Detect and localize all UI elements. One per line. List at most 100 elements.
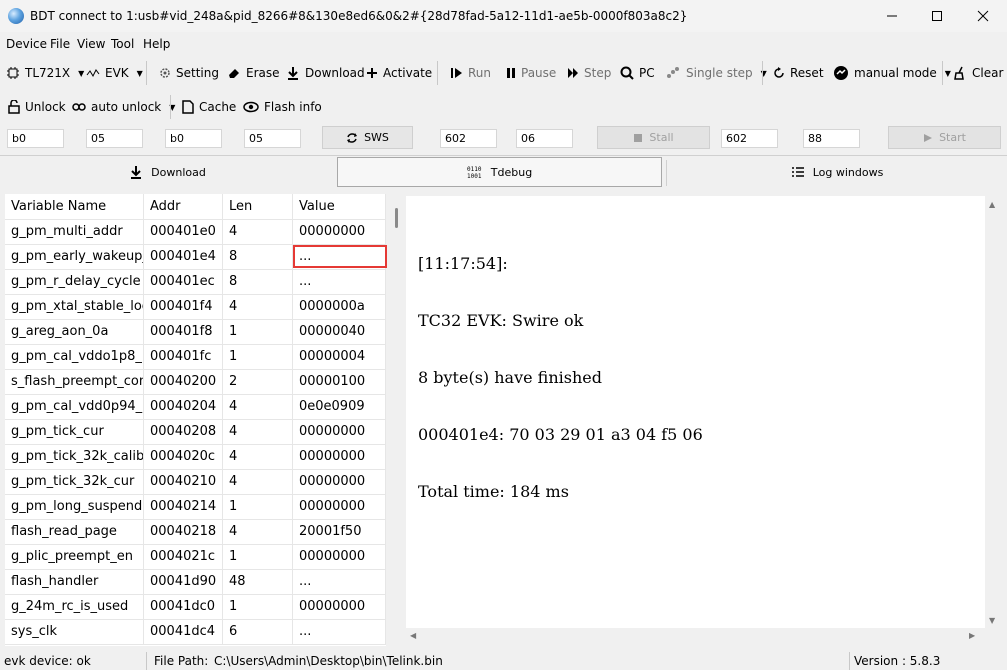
minimize-button[interactable]	[869, 0, 915, 32]
addr-cell[interactable]: 0004021c	[144, 544, 223, 569]
mode-select[interactable]: manual mode ▼	[833, 57, 951, 89]
variable-name-cell[interactable]: g_pm_multi_addr	[5, 219, 144, 244]
value-cell[interactable]: 00000000	[293, 494, 386, 519]
value-cell[interactable]: 20001f50	[293, 519, 386, 544]
auto-unlock-select[interactable]: auto unlock ▼	[72, 91, 175, 123]
field-6[interactable]: 06	[516, 129, 573, 148]
addr-cell[interactable]: 00041dc4	[144, 619, 223, 644]
flash-info-button[interactable]: Flash info	[243, 91, 322, 123]
table-row[interactable]: g_pm_r_delay_cycle 000401ec 8...	[5, 269, 386, 295]
field-4[interactable]: 05	[244, 129, 301, 148]
variable-name-cell[interactable]: g_pm_tick_cur	[5, 419, 144, 444]
splitter[interactable]	[392, 194, 402, 646]
table-row[interactable]: g_plic_preempt_en 0004021c 1 00000000	[5, 544, 386, 570]
tab-tdebug[interactable]: 0110 1001 Tdebug	[337, 157, 662, 187]
table-row[interactable]: flash_handler 00041d90 48...	[5, 569, 386, 595]
len-cell[interactable]: 1	[223, 544, 293, 569]
len-cell[interactable]: 4	[223, 469, 293, 494]
variable-name-cell[interactable]: sys_clk	[5, 619, 144, 644]
variable-name-cell[interactable]: g_pm_tick_32k_cur	[5, 469, 144, 494]
splitter-grip[interactable]	[395, 208, 398, 228]
table-row[interactable]: g_pm_cal_vdd0p94_in 00040204 4 0e0e0909	[5, 394, 386, 420]
table-row[interactable]: g_24m_rc_is_used 00041dc0 1 00000000	[5, 594, 386, 620]
reset-button[interactable]: Reset	[773, 57, 824, 89]
value-cell[interactable]: ...	[293, 619, 386, 644]
pause-button[interactable]: Pause	[506, 57, 556, 89]
sws-button[interactable]: SWS	[322, 126, 413, 149]
addr-cell[interactable]: 00041d90	[144, 569, 223, 594]
table-row[interactable]: g_areg_aon_0a 000401f8 1 00000040	[5, 319, 386, 345]
chip-select[interactable]: TL721X ▼	[6, 57, 84, 89]
variable-name-cell[interactable]: g_pm_early_wakeup_time	[5, 244, 144, 269]
selected-value-cell-highlight[interactable]	[293, 245, 387, 268]
len-cell[interactable]: 4	[223, 294, 293, 319]
download-button[interactable]: Download	[286, 57, 365, 89]
value-cell[interactable]: ...	[293, 569, 386, 594]
variable-name-cell[interactable]: g_areg_aon_0a	[5, 319, 144, 344]
unlock-button[interactable]: Unlock	[8, 91, 66, 123]
column-header-addr[interactable]: Addr	[144, 194, 223, 219]
variable-name-cell[interactable]: flash_read_page	[5, 519, 144, 544]
table-row[interactable]: g_pm_multi_addr 000401e0 4 00000000	[5, 219, 386, 245]
menu-view[interactable]: View	[77, 37, 105, 51]
log-vertical-scrollbar[interactable]: ▲ ▼	[985, 196, 1001, 628]
start-button[interactable]: Start	[888, 126, 1001, 149]
value-cell[interactable]: 00000000	[293, 444, 386, 469]
activate-button[interactable]: Activate	[366, 57, 432, 89]
value-cell[interactable]: 0e0e0909	[293, 394, 386, 419]
value-cell[interactable]: 00000000	[293, 594, 386, 619]
run-button[interactable]: Run	[451, 57, 491, 89]
cache-button[interactable]: Cache	[182, 91, 236, 123]
addr-cell[interactable]: 00040208	[144, 419, 223, 444]
addr-cell[interactable]: 0004020c	[144, 444, 223, 469]
field-7[interactable]: 602	[721, 129, 778, 148]
value-cell[interactable]: 00000000	[293, 544, 386, 569]
variable-name-cell[interactable]: flash_handler	[5, 569, 144, 594]
len-cell[interactable]: 1	[223, 594, 293, 619]
addr-cell[interactable]: 000401e0	[144, 219, 223, 244]
addr-cell[interactable]: 000401fc	[144, 344, 223, 369]
column-header-name[interactable]: Variable Name	[5, 194, 144, 219]
single-step-button[interactable]: Single step ▼	[665, 57, 767, 89]
log-horizontal-scrollbar[interactable]: ◀ ▶	[406, 628, 985, 644]
len-cell[interactable]: 48	[223, 569, 293, 594]
column-header-len[interactable]: Len	[223, 194, 293, 219]
field-2[interactable]: 05	[86, 129, 143, 148]
field-8[interactable]: 88	[803, 129, 860, 148]
close-button[interactable]	[960, 0, 1006, 32]
value-cell[interactable]: 00000040	[293, 319, 386, 344]
addr-cell[interactable]: 000401f8	[144, 319, 223, 344]
len-cell[interactable]: 1	[223, 344, 293, 369]
addr-cell[interactable]: 000401e4	[144, 244, 223, 269]
addr-cell[interactable]: 00040218	[144, 519, 223, 544]
value-cell[interactable]: 00000000	[293, 469, 386, 494]
column-header-value[interactable]: Value	[293, 194, 386, 219]
variable-name-cell[interactable]: g_24m_rc_is_used	[5, 594, 144, 619]
value-cell[interactable]: 00000000	[293, 219, 386, 244]
len-cell[interactable]: 1	[223, 319, 293, 344]
variable-name-cell[interactable]: g_plic_preempt_en	[5, 544, 144, 569]
len-cell[interactable]: 4	[223, 419, 293, 444]
table-row[interactable]: flash_read_page 00040218 4 20001f50	[5, 519, 386, 545]
variable-name-cell[interactable]: g_pm_tick_32k_calib	[5, 444, 144, 469]
variable-name-cell[interactable]: g_pm_long_suspend	[5, 494, 144, 519]
value-cell[interactable]: 0000000a	[293, 294, 386, 319]
variable-name-cell[interactable]: s_flash_preempt_config	[5, 369, 144, 394]
value-cell[interactable]: 00000100	[293, 369, 386, 394]
setting-button[interactable]: Setting	[159, 57, 219, 89]
addr-cell[interactable]: 00040200	[144, 369, 223, 394]
len-cell[interactable]: 4	[223, 519, 293, 544]
len-cell[interactable]: 4	[223, 394, 293, 419]
variable-name-cell[interactable]: g_pm_cal_vdd0p94_in	[5, 394, 144, 419]
table-row[interactable]: g_pm_tick_cur 00040208 4 00000000	[5, 419, 386, 445]
tab-log-windows[interactable]: Log windows	[667, 157, 1007, 187]
addr-cell[interactable]: 00040214	[144, 494, 223, 519]
len-cell[interactable]: 4	[223, 444, 293, 469]
value-cell[interactable]: ...	[293, 269, 386, 294]
variable-name-cell[interactable]: g_pm_r_delay_cycle	[5, 269, 144, 294]
maximize-button[interactable]	[914, 0, 960, 32]
addr-cell[interactable]: 00040204	[144, 394, 223, 419]
variable-name-cell[interactable]: g_pm_cal_vddo1p8_in	[5, 344, 144, 369]
len-cell[interactable]: 6	[223, 619, 293, 644]
addr-cell[interactable]: 00041dc0	[144, 594, 223, 619]
